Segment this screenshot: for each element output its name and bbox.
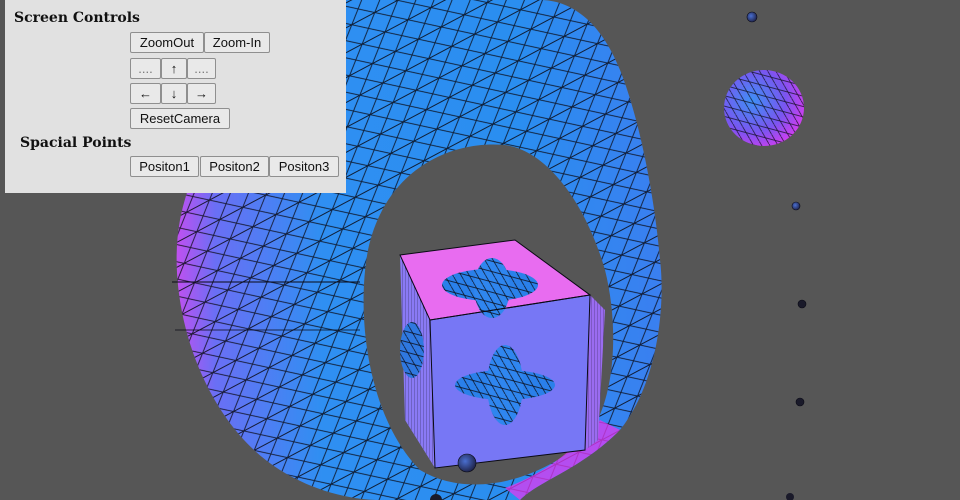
- 3d-viewport[interactable]: Screen Controls ZoomOut Zoom-In .... ↑ .…: [0, 0, 960, 500]
- sphere-mesh: [724, 70, 804, 146]
- pan-down-button[interactable]: ↓: [161, 83, 187, 104]
- pan-right-button[interactable]: →: [187, 83, 216, 104]
- pan-up-button[interactable]: ↑: [161, 58, 187, 79]
- position3-button[interactable]: Positon3: [269, 156, 339, 177]
- pan-left-button[interactable]: ←: [130, 83, 161, 104]
- placeholder-left-button[interactable]: ....: [130, 58, 161, 79]
- position2-button[interactable]: Positon2: [200, 156, 269, 177]
- cube-mesh: [399, 239, 605, 469]
- spacial-points-title: Spacial Points: [20, 135, 132, 151]
- reset-camera-button[interactable]: ResetCamera: [130, 108, 230, 129]
- screen-controls-title: Screen Controls: [14, 10, 140, 26]
- position1-button[interactable]: Positon1: [130, 156, 199, 177]
- placeholder-right-button[interactable]: ....: [187, 58, 216, 79]
- zoom-out-button[interactable]: ZoomOut: [130, 32, 204, 53]
- screen-controls-panel: Screen Controls ZoomOut Zoom-In .... ↑ .…: [5, 0, 346, 193]
- zoom-in-button[interactable]: Zoom-In: [204, 32, 270, 53]
